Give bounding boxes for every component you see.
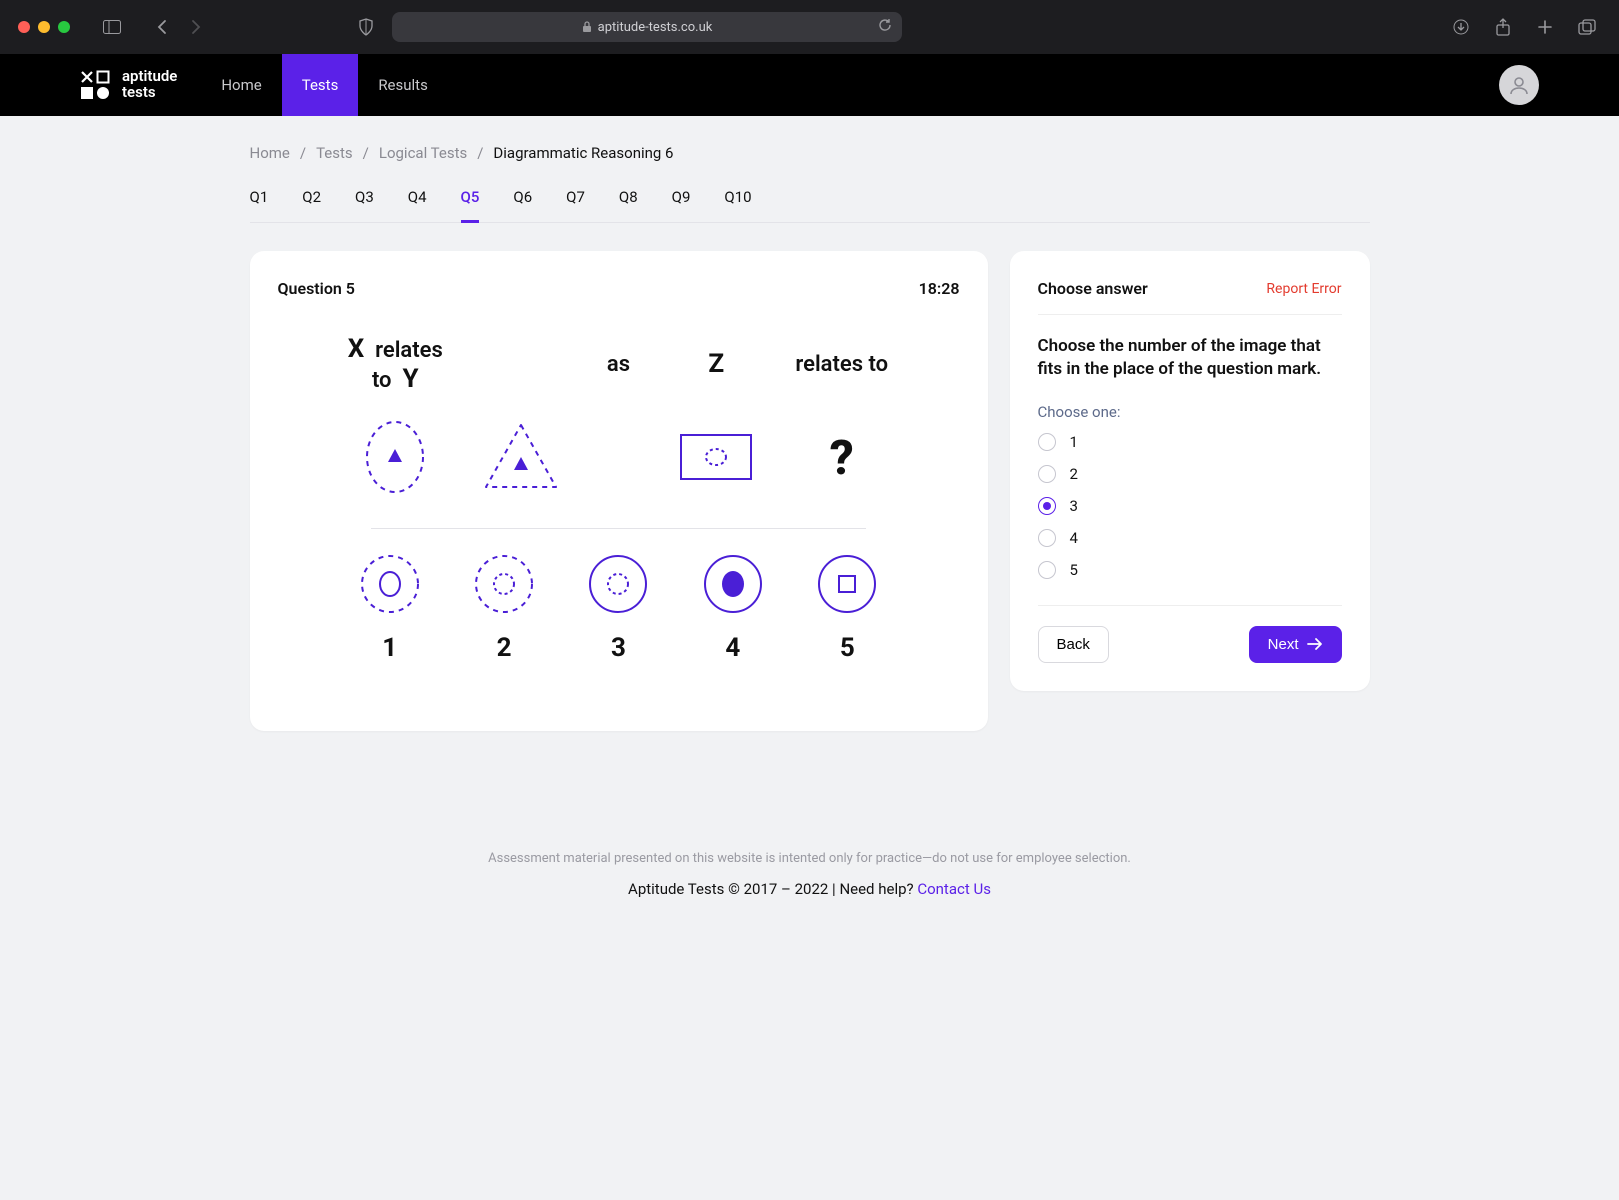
answer-option-1[interactable]: 1 — [1038, 433, 1342, 451]
footer-disclaimer: Assessment material presented on this we… — [250, 851, 1370, 866]
answer-card: Choose answer Report Error Choose the nu… — [1010, 251, 1370, 691]
tab-q6[interactable]: Q6 — [513, 188, 532, 222]
breadcrumb-logical[interactable]: Logical Tests — [379, 144, 467, 162]
answer-option-5[interactable]: 5 — [1038, 561, 1342, 579]
question-card: Question 5 18:28 X relates to Y as Z rel… — [250, 251, 988, 731]
reload-button[interactable] — [878, 18, 892, 36]
label-z: Z — [708, 349, 724, 379]
breadcrumb-home[interactable]: Home — [250, 144, 290, 162]
question-diagram: X relates to Y as Z relates to — [278, 298, 960, 673]
report-error-link[interactable]: Report Error — [1266, 281, 1341, 297]
question-tabs: Q1 Q2 Q3 Q4 Q5 Q6 Q7 Q8 Q9 Q10 — [250, 188, 1370, 223]
breadcrumb-current: Diagrammatic Reasoning 6 — [493, 144, 673, 162]
answer-prompt: Choose the number of the image that fits… — [1038, 335, 1342, 381]
breadcrumb-tests[interactable]: Tests — [316, 144, 353, 162]
new-tab-button[interactable] — [1531, 13, 1559, 41]
close-window-button[interactable] — [18, 21, 30, 33]
next-button[interactable]: Next — [1249, 626, 1342, 663]
footer: Assessment material presented on this we… — [250, 851, 1370, 898]
user-icon — [1508, 74, 1530, 96]
arrow-right-icon — [1307, 637, 1323, 651]
tab-q5[interactable]: Q5 — [461, 188, 480, 223]
sidebar-toggle-button[interactable] — [98, 13, 126, 41]
answer-option-2[interactable]: 2 — [1038, 465, 1342, 483]
option-4-icon — [698, 549, 768, 619]
question-title: Question 5 — [278, 279, 355, 298]
option-3: 3 — [583, 549, 653, 663]
logo-text: aptitude tests — [122, 69, 177, 101]
tab-q1[interactable]: Q1 — [250, 188, 269, 222]
option-1: 1 — [355, 549, 425, 663]
back-button[interactable]: Back — [1038, 626, 1109, 663]
radio-icon — [1038, 497, 1056, 515]
answer-option-3[interactable]: 3 — [1038, 497, 1342, 515]
label-x: X — [348, 334, 365, 364]
nav-tests[interactable]: Tests — [282, 54, 359, 116]
tab-q3[interactable]: Q3 — [355, 188, 374, 222]
tab-q9[interactable]: Q9 — [672, 188, 691, 222]
address-bar[interactable]: aptitude-tests.co.uk — [392, 12, 902, 42]
back-button[interactable] — [148, 13, 176, 41]
tab-q8[interactable]: Q8 — [619, 188, 638, 222]
lock-icon — [582, 21, 592, 33]
option-2: 2 — [469, 549, 539, 663]
url-text: aptitude-tests.co.uk — [598, 20, 713, 35]
radio-icon — [1038, 433, 1056, 451]
answer-options: 1 2 3 4 5 — [1038, 433, 1342, 579]
footer-copyright: Aptitude Tests © 2017 – 2022 | Need help… — [628, 880, 917, 898]
shape-x-icon — [359, 416, 431, 498]
divider — [371, 528, 866, 529]
contact-us-link[interactable]: Contact Us — [917, 880, 991, 898]
option-2-icon — [469, 549, 539, 619]
nav-results[interactable]: Results — [358, 54, 448, 116]
option-4: 4 — [698, 549, 768, 663]
radio-icon — [1038, 561, 1056, 579]
logo[interactable]: aptitude tests — [80, 69, 177, 101]
downloads-button[interactable] — [1447, 13, 1475, 41]
answer-heading: Choose answer — [1038, 279, 1148, 298]
avatar[interactable] — [1499, 65, 1539, 105]
tab-q7[interactable]: Q7 — [566, 188, 585, 222]
nav-home[interactable]: Home — [201, 54, 281, 116]
choose-one-label: Choose one: — [1038, 403, 1342, 421]
option-5-icon — [812, 549, 882, 619]
label-y: Y — [402, 364, 418, 394]
tabs-button[interactable] — [1573, 13, 1601, 41]
label-as: as — [589, 352, 649, 377]
maximize-window-button[interactable] — [58, 21, 70, 33]
tab-q2[interactable]: Q2 — [302, 188, 321, 222]
tab-q4[interactable]: Q4 — [408, 188, 427, 222]
browser-chrome: aptitude-tests.co.uk — [0, 0, 1619, 54]
app-header: aptitude tests Home Tests Results — [0, 54, 1619, 116]
radio-icon — [1038, 465, 1056, 483]
breadcrumb: Home/ Tests/ Logical Tests/ Diagrammatic… — [250, 144, 1370, 162]
window-controls — [18, 21, 70, 33]
minimize-window-button[interactable] — [38, 21, 50, 33]
option-5: 5 — [812, 549, 882, 663]
main-nav: Home Tests Results — [201, 54, 447, 116]
radio-icon — [1038, 529, 1056, 547]
shape-y-icon — [480, 419, 562, 495]
shield-icon[interactable] — [352, 13, 380, 41]
option-3-icon — [583, 549, 653, 619]
forward-button[interactable] — [182, 13, 210, 41]
option-1-icon — [355, 549, 425, 619]
logo-icon — [80, 70, 110, 100]
answer-option-4[interactable]: 4 — [1038, 529, 1342, 547]
timer: 18:28 — [919, 279, 960, 298]
share-button[interactable] — [1489, 13, 1517, 41]
question-mark-icon: ? — [830, 429, 854, 486]
shape-z-icon — [675, 427, 757, 487]
tab-q10[interactable]: Q10 — [724, 188, 751, 222]
